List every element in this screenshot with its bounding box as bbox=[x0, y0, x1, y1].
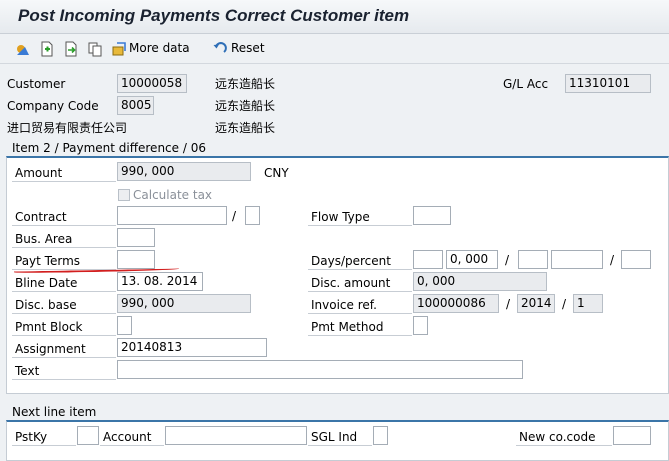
contract-type-field[interactable] bbox=[245, 206, 260, 225]
currency-text: CNY bbox=[264, 166, 289, 180]
contract-label: Contract bbox=[12, 208, 116, 226]
copy-icon[interactable] bbox=[86, 40, 104, 58]
calculate-tax-label: Calculate tax bbox=[133, 188, 213, 202]
days-3-field[interactable] bbox=[621, 250, 651, 269]
calculate-tax-checkbox[interactable] bbox=[118, 189, 130, 201]
account-field[interactable] bbox=[165, 426, 307, 445]
company-name: 远东造船长 bbox=[215, 99, 276, 113]
pstky-field[interactable] bbox=[77, 426, 99, 445]
invoice-ref-item-field[interactable]: 1 bbox=[573, 294, 603, 313]
account-label: Account bbox=[100, 428, 164, 446]
pstky-label: PstKy bbox=[12, 428, 76, 446]
reset-icon[interactable] bbox=[211, 40, 229, 58]
invoice-ref-label: Invoice ref. bbox=[308, 296, 412, 314]
sgl-ind-field[interactable] bbox=[373, 426, 388, 445]
days-percent-label: Days/percent bbox=[308, 252, 412, 270]
amount-label: Amount bbox=[12, 164, 116, 182]
amount-field[interactable]: 990, 000 bbox=[117, 162, 251, 181]
payt-terms-field[interactable] bbox=[117, 250, 155, 269]
pmnt-block-field[interactable] bbox=[117, 316, 132, 335]
bus-area-label: Bus. Area bbox=[12, 230, 116, 248]
days-sep-2: / bbox=[610, 253, 615, 267]
invoice-ref-doc-field[interactable]: 100000086 bbox=[413, 294, 499, 313]
days-field[interactable] bbox=[413, 250, 443, 269]
invoice-sep-1: / bbox=[506, 297, 511, 311]
company-code-field[interactable]: 8005 bbox=[117, 96, 154, 115]
sgl-ind-label: SGL Ind bbox=[308, 428, 372, 446]
bus-area-field[interactable] bbox=[117, 228, 155, 247]
pmt-method-field[interactable] bbox=[413, 316, 428, 335]
customer-field[interactable]: 10000058 bbox=[117, 74, 187, 93]
more-data-button[interactable]: More data bbox=[129, 41, 190, 55]
text-label: Text bbox=[12, 362, 116, 380]
assignment-field[interactable]: 20140813 bbox=[117, 338, 267, 357]
contract-field[interactable] bbox=[117, 206, 227, 225]
company-code-label: Company Code bbox=[7, 99, 99, 113]
city-text: 远东造船长 bbox=[215, 121, 276, 135]
assignment-label: Assignment bbox=[12, 340, 116, 358]
gl-acc-label: G/L Acc bbox=[503, 77, 549, 91]
new-cocode-field[interactable] bbox=[613, 426, 651, 445]
bline-date-label: Bline Date bbox=[12, 274, 116, 292]
invoice-sep-2: / bbox=[562, 297, 567, 311]
payt-terms-label: Payt Terms bbox=[12, 252, 116, 270]
page-title: Post Incoming Payments Correct Customer … bbox=[18, 6, 410, 25]
days-sep-1: / bbox=[505, 253, 510, 267]
choose-icon[interactable] bbox=[14, 40, 32, 58]
days-2-field[interactable] bbox=[518, 250, 548, 269]
disc-base-label: Disc. base bbox=[12, 296, 116, 314]
new-cocode-label: New co.code bbox=[516, 428, 612, 446]
invoice-ref-year-field[interactable]: 2014 bbox=[517, 294, 555, 313]
document-create-icon[interactable] bbox=[38, 40, 56, 58]
disc-amount-field[interactable]: 0, 000 bbox=[413, 272, 547, 291]
flow-type-field[interactable] bbox=[413, 206, 451, 225]
reset-button[interactable]: Reset bbox=[231, 41, 265, 55]
pmnt-block-label: Pmnt Block bbox=[12, 318, 116, 336]
company-text: 进口贸易有限责任公司 bbox=[7, 121, 128, 135]
percent-field[interactable]: 0, 000 bbox=[446, 250, 498, 269]
pmt-method-label: Pmt Method bbox=[308, 318, 412, 336]
more-data-icon[interactable] bbox=[110, 40, 128, 58]
percent-2-field[interactable] bbox=[551, 250, 603, 269]
disc-base-field[interactable]: 990, 000 bbox=[117, 294, 251, 313]
disc-amount-label: Disc. amount bbox=[308, 274, 412, 292]
flow-type-label: Flow Type bbox=[308, 208, 412, 226]
contract-separator: / bbox=[232, 209, 237, 223]
bline-date-field[interactable]: 13. 08. 2014 bbox=[117, 272, 203, 291]
next-line-section-title: Next line item bbox=[12, 405, 97, 419]
document-forward-icon[interactable] bbox=[62, 40, 80, 58]
customer-name: 远东造船长 bbox=[215, 77, 276, 91]
item-section-title: Item 2 / Payment difference / 06 bbox=[12, 141, 206, 155]
customer-label: Customer bbox=[7, 77, 66, 91]
text-field[interactable] bbox=[117, 360, 523, 379]
gl-acc-field[interactable]: 11310101 bbox=[565, 74, 651, 93]
